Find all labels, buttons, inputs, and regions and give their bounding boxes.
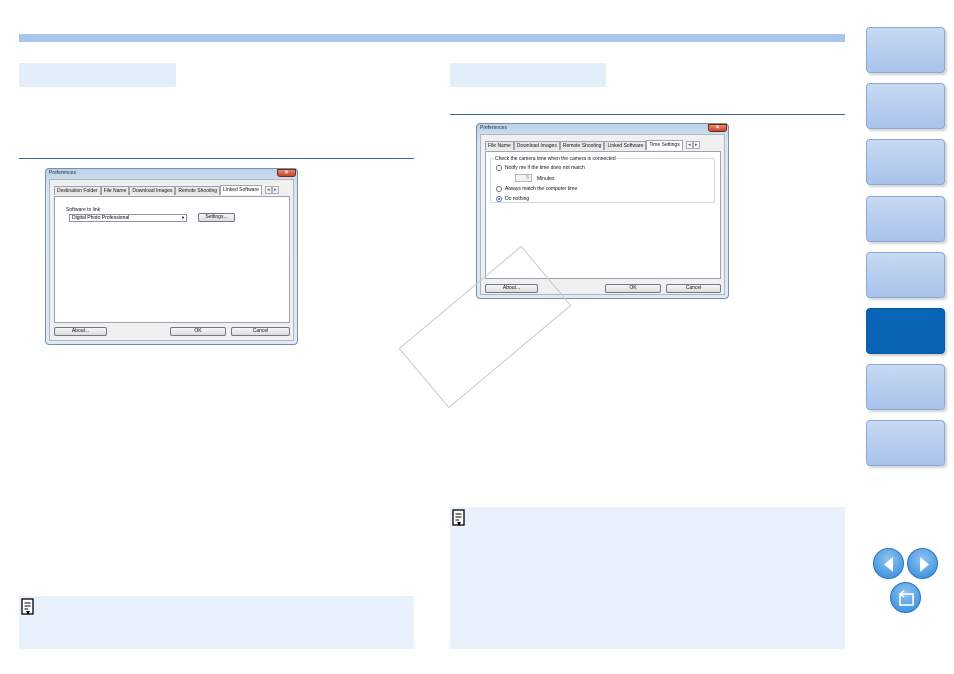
nav-button-2[interactable]	[866, 83, 945, 129]
do-nothing-label: Do nothing	[505, 196, 530, 202]
note-box-left	[19, 596, 414, 649]
close-icon[interactable]: ×	[708, 124, 727, 132]
nav-button-4[interactable]	[866, 196, 945, 242]
software-select[interactable]: Digital Photo Professional ▼	[69, 214, 187, 222]
minutes-stepper[interactable]: 5	[515, 174, 532, 182]
dialog-title: Preferences	[49, 170, 76, 176]
cancel-button[interactable]: Cancel	[231, 327, 290, 336]
about-button[interactable]: About...	[54, 327, 107, 336]
nav-button-3[interactable]	[866, 139, 945, 185]
tab-remote-shooting[interactable]: Remote Shooting	[559, 141, 605, 150]
section-heading-right	[450, 63, 606, 87]
section-heading-left	[19, 63, 176, 87]
always-match-label: Always match the computer time	[505, 186, 578, 192]
notify-label: Notify me if the time does not match	[505, 165, 585, 171]
ok-button[interactable]: OK	[170, 327, 226, 336]
tab-time-settings[interactable]: Time Settings	[646, 140, 683, 150]
software-select-value: Digital Photo Professional	[72, 215, 130, 221]
tab-linked-software[interactable]: Linked Software	[220, 185, 262, 195]
tab-scroll-left-icon[interactable]: ◂	[685, 141, 693, 149]
tab-remote-shooting[interactable]: Remote Shooting	[175, 186, 221, 195]
tab-scroll-right-icon[interactable]: ▸	[692, 141, 700, 149]
divider-right	[450, 114, 845, 115]
nav-button-1[interactable]	[866, 27, 945, 73]
nav-button-7[interactable]	[866, 364, 945, 410]
header-bar	[19, 34, 845, 42]
divider-left	[19, 158, 414, 159]
tab-linked-software[interactable]: Linked Software	[604, 141, 647, 150]
tab-destination-folder[interactable]: Destination Folder	[54, 186, 101, 195]
return-icon[interactable]	[890, 582, 921, 613]
close-icon[interactable]: ×	[277, 169, 296, 177]
tab-strip: Destination Folder File Name Download Im…	[54, 185, 279, 195]
tab-strip: File Name Download Images Remote Shootin…	[485, 140, 700, 150]
notify-radio[interactable]	[496, 165, 502, 171]
do-nothing-radio[interactable]	[496, 196, 502, 202]
tab-scroll: ◂ ▸	[685, 141, 700, 150]
note-box-right	[450, 507, 845, 649]
tab-file-name[interactable]: File Name	[485, 141, 514, 150]
always-match-radio[interactable]	[496, 186, 502, 192]
nav-button-6-active[interactable]	[866, 308, 945, 354]
chevron-down-icon: ▼	[181, 215, 185, 220]
tab-panel: Software to link Digital Photo Professio…	[54, 196, 290, 323]
software-to-link-label: Software to link	[66, 207, 101, 213]
tab-file-name[interactable]: File Name	[100, 186, 130, 195]
dialog-title: Preferences	[480, 125, 507, 131]
tab-scroll-left-icon[interactable]: ◂	[264, 186, 272, 194]
nav-button-8[interactable]	[866, 420, 945, 466]
next-page-icon[interactable]	[907, 548, 938, 579]
nav-button-5[interactable]	[866, 252, 945, 298]
memo-icon	[452, 509, 465, 526]
cancel-button[interactable]: Cancel	[666, 284, 721, 293]
minutes-label: Minutes	[537, 176, 555, 182]
tab-scroll: ◂ ▸	[264, 186, 279, 195]
group-label: Check the camera time when the camera is…	[494, 156, 617, 162]
tab-scroll-right-icon[interactable]: ▸	[271, 186, 279, 194]
dialog-body: Destination Folder File Name Download Im…	[49, 179, 294, 341]
prev-page-icon[interactable]	[873, 548, 904, 579]
ok-button[interactable]: OK	[605, 284, 661, 293]
preferences-dialog-left: Preferences × Destination Folder File Na…	[45, 168, 298, 345]
tab-download-images[interactable]: Download Images	[129, 186, 176, 195]
memo-icon	[21, 598, 34, 615]
tab-download-images[interactable]: Download Images	[513, 141, 560, 150]
settings-button[interactable]: Settings...	[198, 213, 235, 222]
